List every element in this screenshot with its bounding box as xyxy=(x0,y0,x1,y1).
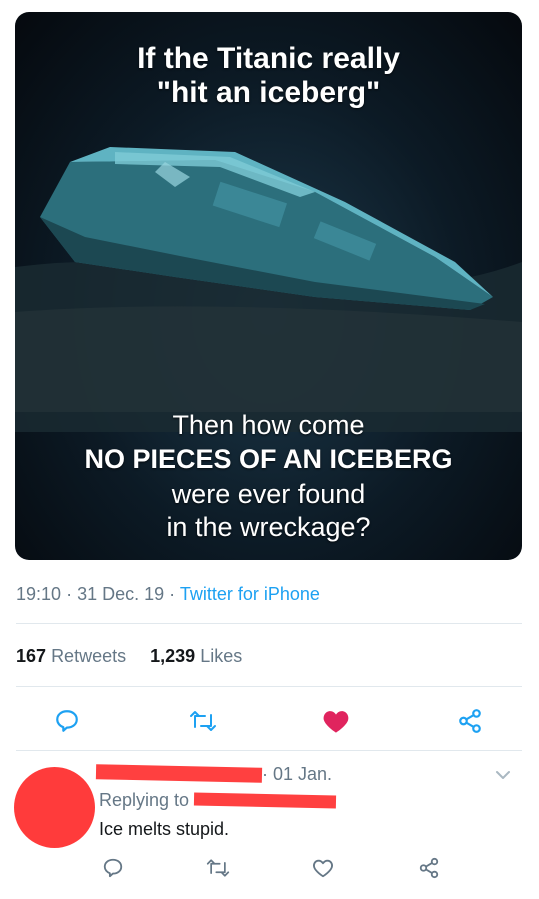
reply-share-button[interactable] xyxy=(416,855,442,881)
reply-text: Ice melts stupid. xyxy=(99,819,230,839)
reply-button[interactable] xyxy=(52,706,82,736)
meme-caption-top-line1: If the Titanic really xyxy=(137,42,400,75)
comment-icon xyxy=(56,710,78,732)
more-options-button[interactable] xyxy=(494,768,512,787)
retweet-button[interactable] xyxy=(187,706,219,736)
share-button[interactable] xyxy=(455,706,485,736)
replying-to-line: Replying to xyxy=(99,790,189,811)
comment-icon xyxy=(103,858,123,878)
tweet-image[interactable]: If the Titanic really "hit an iceberg" T… xyxy=(15,12,522,560)
tweet-date: 31 Dec. 19 xyxy=(77,584,165,604)
separator: · xyxy=(66,584,78,604)
meme-caption-bottom-line1: Then how come xyxy=(172,410,365,440)
share-icon xyxy=(419,857,439,879)
retweet-icon xyxy=(190,711,216,731)
heart-icon xyxy=(313,859,333,878)
heart-filled-icon xyxy=(323,711,349,733)
meme-caption-top-line2: "hit an iceberg" xyxy=(156,76,381,109)
retweets-label: Retweets xyxy=(51,646,127,666)
reply-like-button[interactable] xyxy=(310,855,336,881)
retweets-count: 167 xyxy=(16,646,47,666)
replying-to-label: Replying to xyxy=(99,790,190,810)
redacted-username xyxy=(95,764,263,783)
divider xyxy=(16,623,522,624)
divider xyxy=(16,686,522,687)
divider xyxy=(16,750,522,751)
share-icon xyxy=(459,709,481,733)
likes-count: 1,239 xyxy=(150,646,196,666)
reply-retweet-button[interactable] xyxy=(204,855,232,881)
reply-comment-button[interactable] xyxy=(100,855,126,881)
likes-label: Likes xyxy=(200,646,243,666)
retweet-icon xyxy=(206,859,230,877)
tweet-stats: 167 Retweets 1,239 Likes xyxy=(16,646,242,667)
separator: · xyxy=(169,584,180,604)
tweet-time: 19:10 xyxy=(16,584,62,604)
meme-caption-bottom-line3: were ever found xyxy=(171,479,366,509)
likes-stat[interactable]: 1,239 Likes xyxy=(150,646,242,666)
avatar[interactable] xyxy=(14,767,95,848)
meme-caption-bottom-line4: in the wreckage? xyxy=(166,512,371,542)
reply-date-line: · 01 Jan. xyxy=(262,764,333,784)
redacted-handle xyxy=(193,792,337,809)
tweet-metadata: 19:10 · 31 Dec. 19 · Twitter for iPhone xyxy=(16,584,320,605)
reply-date: 01 Jan. xyxy=(273,764,333,784)
retweets-stat[interactable]: 167 Retweets xyxy=(16,646,126,666)
tweet-source-link[interactable]: Twitter for iPhone xyxy=(180,584,320,604)
meme-caption-bottom-line2: NO PIECES OF AN ICEBERG xyxy=(84,444,453,474)
like-button[interactable] xyxy=(321,706,351,736)
chevron-down-icon xyxy=(496,771,510,779)
